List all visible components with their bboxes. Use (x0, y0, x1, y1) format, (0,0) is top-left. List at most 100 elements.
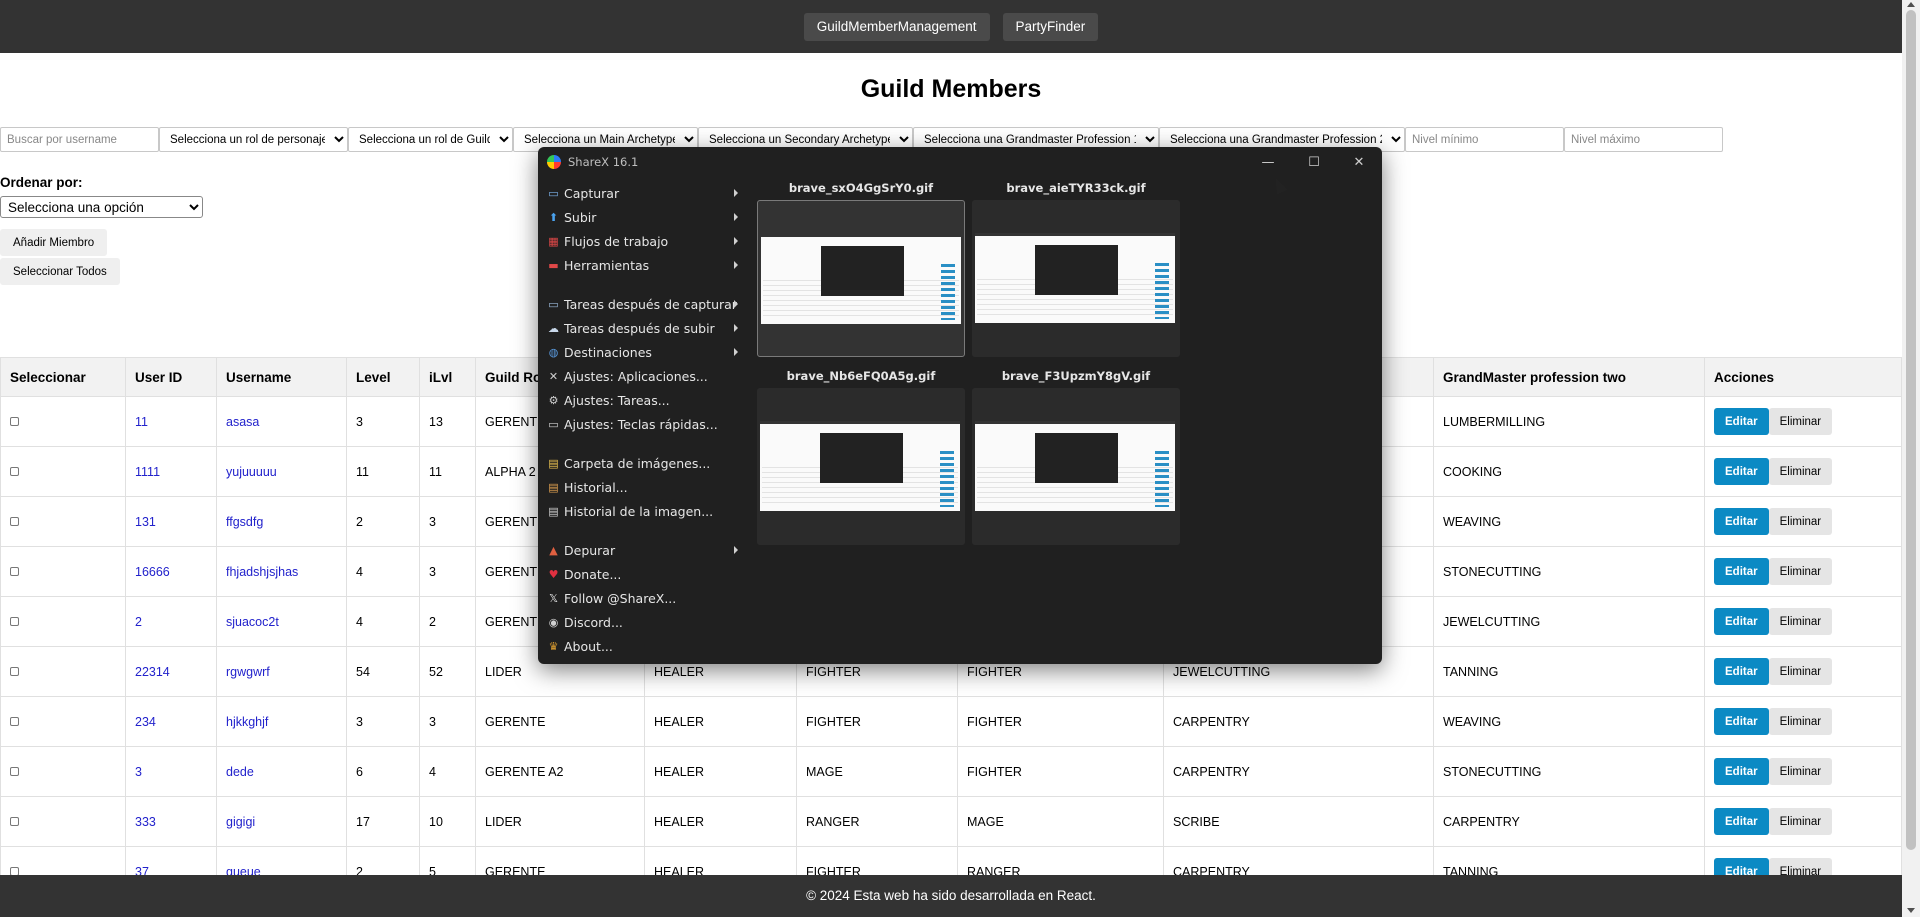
cell-id: 234 (125, 696, 217, 747)
edit-button[interactable]: Editar (1714, 708, 1769, 735)
thumbnail-preview-image (760, 421, 960, 511)
cell-main: RANGER (796, 796, 958, 847)
sharex-menu-item[interactable]: 𝕏 Follow @ShareX... (538, 586, 750, 610)
character-role-select[interactable]: Selecciona un rol de personaje (159, 127, 348, 152)
edit-button[interactable]: Editar (1714, 758, 1769, 785)
page-title: Guild Members (860, 75, 1042, 103)
nav-party-finder[interactable]: PartyFinder (1002, 12, 1099, 41)
sharex-menu-label: Capturar (564, 185, 620, 201)
sharex-menu-item[interactable]: ▤ Historial... (538, 475, 750, 499)
delete-button[interactable]: Eliminar (1768, 808, 1833, 835)
delete-button[interactable]: Eliminar (1768, 708, 1833, 735)
add-member-button[interactable]: Añadir Miembro (0, 229, 108, 256)
sharex-menu-label: Tareas después de subir (564, 320, 715, 336)
delete-button[interactable]: Eliminar (1768, 408, 1833, 435)
row-checkbox[interactable] (10, 766, 19, 776)
minimize-icon[interactable]: — (1245, 147, 1291, 177)
scroll-down-icon[interactable] (1907, 908, 1915, 913)
delete-button[interactable]: Eliminar (1768, 608, 1833, 635)
edit-button[interactable]: Editar (1714, 608, 1769, 635)
sharex-menu-item[interactable]: ⚙ Ajustes: Tareas... (538, 388, 750, 412)
row-actions-cell: Editar Eliminar (1704, 496, 1902, 547)
delete-button[interactable]: Eliminar (1768, 458, 1833, 485)
row-checkbox[interactable] (10, 716, 19, 726)
row-actions-cell: Editar Eliminar (1704, 546, 1902, 597)
sharex-menu-item[interactable]: ▭ Tareas después de capturar (538, 292, 750, 316)
sharex-menu-item[interactable]: ♛ About... (538, 634, 750, 658)
row-checkbox[interactable] (10, 416, 19, 426)
delete-button[interactable]: Eliminar (1768, 508, 1833, 535)
cell-username[interactable]: rgwgwrf (216, 646, 347, 697)
sharex-menu-item[interactable]: ♥ Donate... (538, 562, 750, 586)
sharex-thumbnail[interactable]: brave_sxO4GgSrY0.gif (757, 181, 965, 357)
cell-username[interactable]: yujuuuuu (216, 446, 347, 497)
sharex-menu-item[interactable]: ◉ Discord... (538, 610, 750, 634)
row-checkbox[interactable] (10, 466, 19, 476)
guild-role-select[interactable]: Selecciona un rol de Guild (348, 127, 513, 152)
submenu-arrow-icon (734, 189, 738, 197)
edit-button[interactable]: Editar (1714, 558, 1769, 585)
debug-icon: ▲ (549, 543, 558, 557)
delete-button[interactable]: Eliminar (1768, 558, 1833, 585)
cell-gm2: CARPENTRY (1433, 796, 1705, 847)
sharex-thumbnail[interactable]: brave_aieTYR33ck.gif (972, 181, 1180, 357)
sharex-thumbnail[interactable]: brave_Nb6eFQ0A5g.gif (757, 369, 965, 545)
close-icon[interactable]: ✕ (1336, 147, 1382, 177)
cell-level: 11 (346, 446, 420, 497)
sort-select[interactable]: Selecciona una opción (0, 196, 203, 218)
edit-button[interactable]: Editar (1714, 458, 1769, 485)
col-header-select: Seleccionar (0, 357, 126, 397)
row-checkbox[interactable] (10, 566, 19, 576)
sharex-menu-item[interactable]: ☁ Tareas después de subir (538, 316, 750, 340)
row-select-cell (0, 646, 126, 697)
sharex-menu-item[interactable]: ▤ Carpeta de imágenes... (538, 451, 750, 475)
cell-username[interactable]: asasa (216, 396, 347, 447)
sharex-menu-item[interactable]: ✕ Ajustes: Aplicaciones... (538, 364, 750, 388)
cell-username[interactable]: gigigi (216, 796, 347, 847)
sharex-menu-label: Historial... (564, 479, 628, 495)
sharex-menu-item[interactable]: ▦ Flujos de trabajo (538, 229, 750, 253)
sharex-menu-item[interactable]: ▬ Herramientas (538, 253, 750, 277)
row-checkbox[interactable] (10, 516, 19, 526)
row-checkbox[interactable] (10, 666, 19, 676)
page-scrollbar[interactable] (1902, 0, 1920, 917)
delete-button[interactable]: Eliminar (1768, 758, 1833, 785)
cell-username[interactable]: ffgsdfg (216, 496, 347, 547)
edit-button[interactable]: Editar (1714, 408, 1769, 435)
sharex-thumbnail[interactable]: brave_F3UpzmY8gV.gif (972, 369, 1180, 545)
row-select-cell (0, 446, 126, 497)
min-level-input[interactable] (1405, 127, 1564, 152)
sharex-menu-item[interactable]: ▭ Ajustes: Teclas rápidas... (538, 412, 750, 436)
row-checkbox[interactable] (10, 616, 19, 626)
select-all-button[interactable]: Seleccionar Todos (0, 258, 120, 285)
scrollbar-thumb[interactable] (1906, 10, 1916, 850)
row-checkbox[interactable] (10, 816, 19, 826)
sort-label: Ordenar por: (0, 175, 83, 190)
sharex-menu-item[interactable]: ▭ Capturar (538, 181, 750, 205)
menu-separator (538, 436, 750, 451)
cell-username[interactable]: dede (216, 746, 347, 797)
thumbnail-frame (972, 200, 1180, 357)
sharex-menu-item[interactable]: ⬆ Subir (538, 205, 750, 229)
sharex-menu-item[interactable]: ▤ Historial de la imagen... (538, 499, 750, 523)
submenu-arrow-icon (734, 237, 738, 245)
cell-role: HEALER (644, 696, 797, 747)
edit-button[interactable]: Editar (1714, 658, 1769, 685)
sharex-menu-label: Flujos de trabajo (564, 233, 669, 249)
cell-username[interactable]: sjuacoc2t (216, 596, 347, 647)
scroll-up-icon[interactable] (1907, 2, 1915, 7)
max-level-input[interactable] (1564, 127, 1723, 152)
delete-button[interactable]: Eliminar (1768, 658, 1833, 685)
edit-button[interactable]: Editar (1714, 808, 1769, 835)
cell-guild-role: GERENTE A2 (475, 746, 645, 797)
sharex-menu-item[interactable]: ▲ Depurar (538, 538, 750, 562)
search-username-input[interactable] (0, 127, 159, 152)
cell-username[interactable]: hjkkghjf (216, 696, 347, 747)
submenu-arrow-icon (734, 546, 738, 554)
cell-username[interactable]: fhjadshjsjhas (216, 546, 347, 597)
nav-guild-member-management[interactable]: GuildMemberManagement (803, 12, 990, 41)
sharex-menu-item[interactable]: ◍ Destinaciones (538, 340, 750, 364)
col-header-level: Level (346, 357, 420, 397)
edit-button[interactable]: Editar (1714, 508, 1769, 535)
maximize-icon[interactable]: ☐ (1291, 147, 1337, 177)
